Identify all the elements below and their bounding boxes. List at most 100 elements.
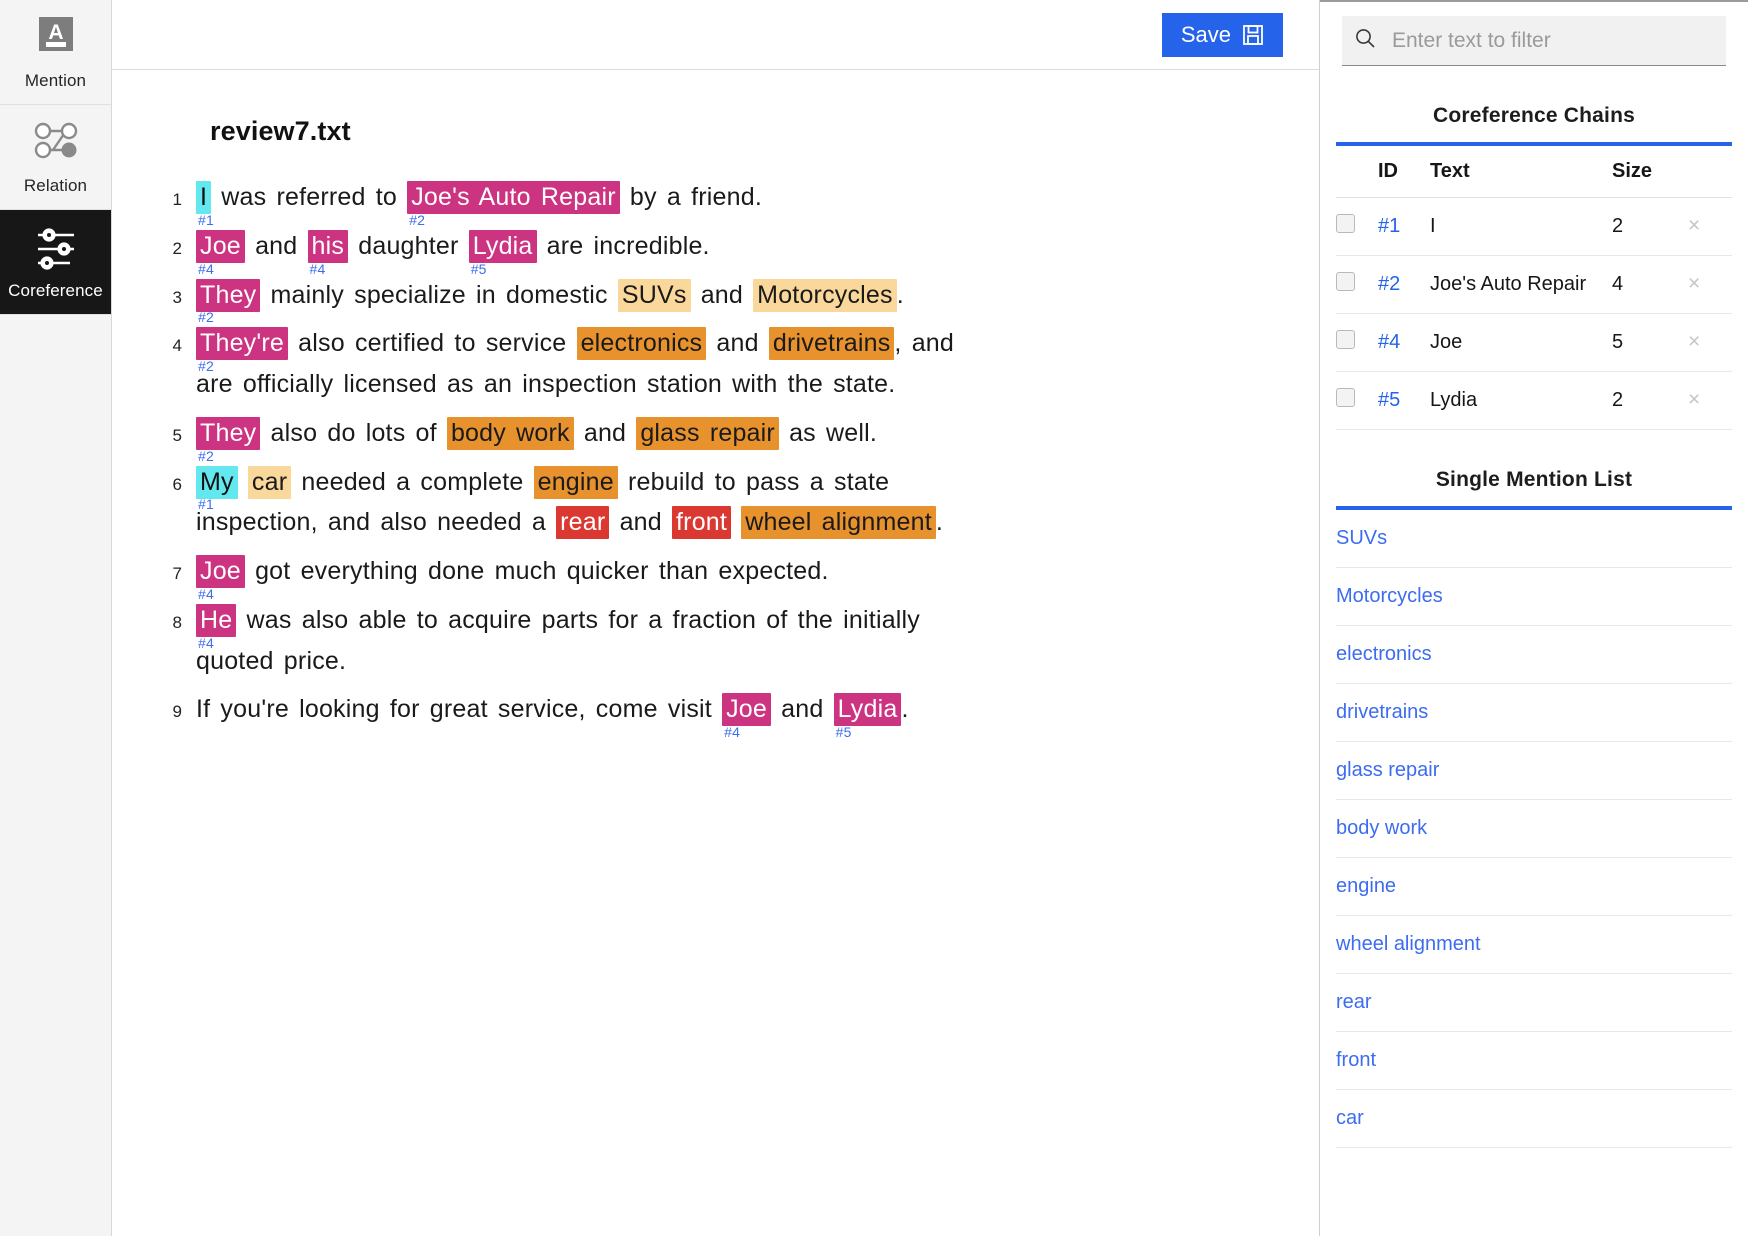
mention-span[interactable]: engine — [533, 465, 618, 499]
rail-item-coreference[interactable]: Coreference — [0, 210, 111, 315]
mention-span[interactable]: wheel alignment — [741, 506, 936, 540]
chain-id-link[interactable]: #4 — [1378, 331, 1400, 353]
mention-span[interactable]: body work — [446, 416, 574, 450]
mention-text[interactable]: Motorcycles — [753, 278, 897, 312]
close-icon[interactable]: × — [1688, 273, 1700, 294]
chain-id-tag[interactable]: #2 — [198, 359, 214, 373]
chain-id-tag[interactable]: #5 — [836, 725, 852, 739]
mention-text[interactable]: My — [196, 465, 238, 499]
table-row[interactable]: #2 Joe's Auto Repair 4 × — [1336, 255, 1732, 314]
mention-chain[interactable]: I #1 — [196, 181, 214, 227]
mention-span[interactable]: SUVs — [617, 278, 691, 312]
mention-chain[interactable]: He #4 — [196, 603, 237, 650]
list-item[interactable]: electronics — [1336, 626, 1732, 684]
mention-text[interactable]: Lydia — [833, 693, 902, 727]
table-row[interactable]: #1 I 2 × — [1336, 197, 1732, 256]
mention-text[interactable]: glass repair — [636, 416, 779, 450]
document-scroll-area[interactable]: review7.txt 1 I #1 was referred to Joe's A… — [112, 70, 1319, 1236]
mention-span[interactable]: Motorcycles — [753, 278, 897, 312]
chain-id-tag[interactable]: #2 — [198, 310, 214, 324]
close-icon[interactable]: × — [1688, 215, 1700, 236]
line-text[interactable]: He #4 was also able to acquire parts for … — [196, 603, 1279, 678]
mention-chain[interactable]: Joe #4 — [196, 229, 245, 276]
mention-text[interactable]: They — [196, 416, 261, 450]
mention-span[interactable]: car — [247, 465, 292, 499]
mention-text[interactable]: SUVs — [617, 278, 691, 312]
close-icon[interactable]: × — [1688, 331, 1700, 352]
search-input[interactable] — [1390, 27, 1714, 54]
mention-text[interactable]: I — [196, 181, 212, 214]
mention-chain[interactable]: Joe #4 — [196, 555, 245, 601]
chain-id-tag[interactable]: #4 — [724, 725, 740, 739]
rail-item-mention[interactable]: A Mention — [0, 0, 111, 105]
mention-text[interactable]: electronics — [576, 327, 707, 361]
list-item[interactable]: engine — [1336, 858, 1732, 916]
mention-chain[interactable]: They #2 — [196, 416, 261, 463]
mention-text[interactable]: front — [672, 506, 732, 540]
filter-box[interactable] — [1342, 16, 1726, 66]
row-checkbox[interactable] — [1336, 272, 1355, 291]
row-checkbox[interactable] — [1336, 388, 1355, 407]
mention-text[interactable]: car — [247, 465, 292, 499]
row-checkbox[interactable] — [1336, 214, 1355, 233]
chain-id-tag[interactable]: #4 — [310, 262, 326, 276]
chain-id-tag[interactable]: #5 — [471, 262, 487, 276]
list-item[interactable]: SUVs — [1336, 510, 1732, 568]
mention-chain[interactable]: They're #2 — [196, 327, 288, 373]
mention-chain[interactable]: They #2 — [196, 278, 261, 324]
rail-item-relation[interactable]: Relation — [0, 105, 111, 210]
chain-id-link[interactable]: #1 — [1378, 215, 1400, 237]
line-text[interactable]: I #1 was referred to Joe's Auto Repair #2 … — [196, 181, 1279, 227]
row-checkbox[interactable] — [1336, 330, 1355, 349]
mention-span[interactable]: front — [672, 506, 732, 540]
table-row[interactable]: #5 Lydia 2 × — [1336, 371, 1732, 430]
mention-text[interactable]: rear — [556, 506, 610, 540]
list-item[interactable]: front — [1336, 1032, 1732, 1090]
mention-span[interactable]: electronics — [576, 327, 707, 361]
chain-id-tag[interactable]: #1 — [198, 497, 214, 511]
mention-chain[interactable]: Joe #4 — [722, 693, 771, 739]
line-text[interactable]: They #2 also do lots of body work and gla… — [196, 416, 1279, 463]
chain-id-link[interactable]: #2 — [1378, 273, 1400, 295]
save-button[interactable]: Save — [1161, 12, 1283, 57]
list-item[interactable]: glass repair — [1336, 742, 1732, 800]
mention-text[interactable]: wheel alignment — [741, 506, 936, 540]
line-text[interactable]: They're #2 also certified to service elec… — [196, 327, 1279, 401]
mention-text[interactable]: his — [307, 229, 349, 263]
mention-text[interactable]: They — [196, 278, 261, 312]
line-text[interactable]: Joe #4 and his #4 daughter Lydia #5 are inc… — [196, 229, 1279, 276]
line-text[interactable]: Joe #4 got everything done much quicker t… — [196, 555, 1279, 601]
chain-id-tag[interactable]: #2 — [409, 213, 425, 227]
mention-text[interactable]: drivetrains — [768, 327, 895, 361]
mention-text[interactable]: engine — [533, 465, 618, 499]
table-row[interactable]: #4 Joe 5 × — [1336, 313, 1732, 372]
mention-chain[interactable]: My #1 — [196, 465, 238, 511]
mention-text[interactable]: Joe — [196, 555, 245, 588]
mention-span[interactable]: drivetrains — [768, 327, 895, 361]
chain-id-link[interactable]: #5 — [1378, 389, 1400, 411]
mention-span[interactable]: glass repair — [636, 416, 779, 450]
list-item[interactable]: drivetrains — [1336, 684, 1732, 742]
list-item[interactable]: rear — [1336, 974, 1732, 1032]
list-item[interactable]: body work — [1336, 800, 1732, 858]
mention-chain[interactable]: Lydia #5 — [468, 229, 537, 276]
chain-id-tag[interactable]: #2 — [198, 449, 214, 463]
mention-text[interactable]: body work — [446, 416, 574, 450]
chain-id-tag[interactable]: #4 — [198, 636, 214, 650]
mention-span[interactable]: rear — [556, 506, 610, 540]
list-item[interactable]: wheel alignment — [1336, 916, 1732, 974]
mention-chain[interactable]: Joe's Auto Repair #2 — [407, 181, 620, 227]
close-icon[interactable]: × — [1688, 389, 1700, 410]
mention-text[interactable]: Joe's Auto Repair — [407, 181, 620, 214]
line-text[interactable]: They #2 mainly specialize in domestic SUV… — [196, 278, 1279, 324]
mention-text[interactable]: Lydia — [468, 229, 537, 263]
mention-chain[interactable]: Lydia #5 — [833, 693, 902, 739]
chain-id-tag[interactable]: #4 — [198, 262, 214, 276]
line-text[interactable]: If you're looking for great service, com… — [196, 693, 1279, 739]
mention-text[interactable]: Joe — [196, 229, 245, 263]
list-item[interactable]: Motorcycles — [1336, 568, 1732, 626]
mention-chain[interactable]: his #4 — [307, 229, 349, 276]
chain-id-tag[interactable]: #4 — [198, 587, 214, 601]
mention-text[interactable]: Joe — [722, 693, 771, 727]
list-item[interactable]: car — [1336, 1090, 1732, 1148]
